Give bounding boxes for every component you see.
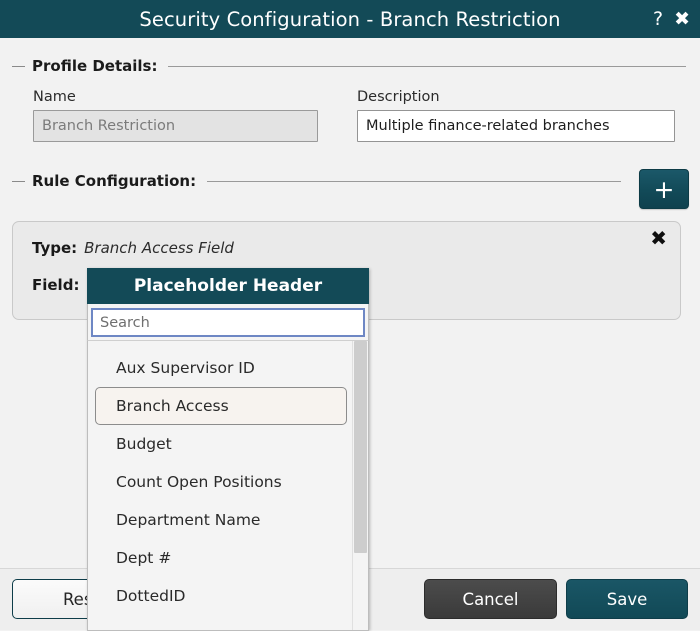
field-dropdown-popup: Placeholder Header Aux Supervisor IDBran… [87, 268, 369, 631]
description-input[interactable] [357, 110, 675, 142]
rule-field-label: Field: [32, 276, 80, 294]
profile-details-legend: Profile Details: [0, 57, 700, 75]
dropdown-item[interactable]: Count Open Positions [95, 463, 347, 501]
rule-field-row: Field: [32, 276, 79, 294]
collapse-dash-icon[interactable] [12, 65, 25, 67]
window-titlebar: Security Configuration - Branch Restrict… [0, 0, 700, 38]
help-icon[interactable]: ? [653, 9, 663, 29]
description-label: Description [357, 89, 440, 105]
dropdown-item[interactable]: Branch Access [95, 387, 347, 425]
add-rule-button[interactable]: + [639, 169, 689, 209]
profile-details-legend-label: Profile Details: [32, 57, 158, 75]
dropdown-list-container: Aux Supervisor ID Branch Access Budget Coun… [87, 340, 369, 631]
name-label: Name [33, 89, 76, 105]
description-field-group: Description [357, 89, 675, 142]
legend-rule-line [207, 180, 621, 182]
name-field-group: Name [33, 89, 318, 142]
remove-rule-icon[interactable]: ✖ [650, 228, 667, 248]
rule-type-label: Type: [32, 239, 78, 257]
rule-configuration-legend: Rule Configuration: [0, 172, 635, 190]
profile-details-section: Profile Details: [0, 57, 700, 75]
save-button[interactable]: Save [566, 579, 688, 619]
legend-rule-line [168, 65, 686, 67]
security-configuration-dialog: Security Configuration - Branch Restrict… [0, 0, 700, 631]
dropdown-search-area [87, 304, 369, 340]
rule-configuration-legend-label: Rule Configuration: [32, 172, 197, 190]
dropdown-item[interactable]: Budget [95, 425, 347, 463]
dropdown-scrollbar[interactable] [352, 341, 368, 630]
rule-type-row: Type: Branch Access Field [32, 239, 234, 257]
dropdown-scrollbar-thumb[interactable] [354, 341, 367, 553]
cancel-button[interactable]: Cancel [424, 579, 557, 619]
dropdown-item[interactable]: Department Name [95, 501, 347, 539]
dropdown-item[interactable]: Aux Supervisor ID [95, 349, 347, 387]
dropdown-search-input[interactable] [91, 308, 365, 337]
window-title: Security Configuration - Branch Restrict… [139, 7, 561, 31]
titlebar-actions: ? ✖ [653, 0, 690, 38]
name-input[interactable] [33, 110, 318, 142]
plus-icon: + [653, 174, 675, 204]
collapse-dash-icon[interactable] [12, 180, 25, 182]
dropdown-header: Placeholder Header [87, 268, 369, 304]
rule-configuration-section: Rule Configuration: [0, 172, 635, 190]
rule-type-value: Branch Access Field [84, 239, 234, 257]
dropdown-item[interactable]: Dept # [95, 539, 347, 577]
close-icon[interactable]: ✖ [674, 9, 690, 29]
dropdown-item[interactable]: DottedID [95, 577, 347, 615]
dropdown-list: Aux Supervisor ID Branch Access Budget Coun… [88, 341, 354, 615]
